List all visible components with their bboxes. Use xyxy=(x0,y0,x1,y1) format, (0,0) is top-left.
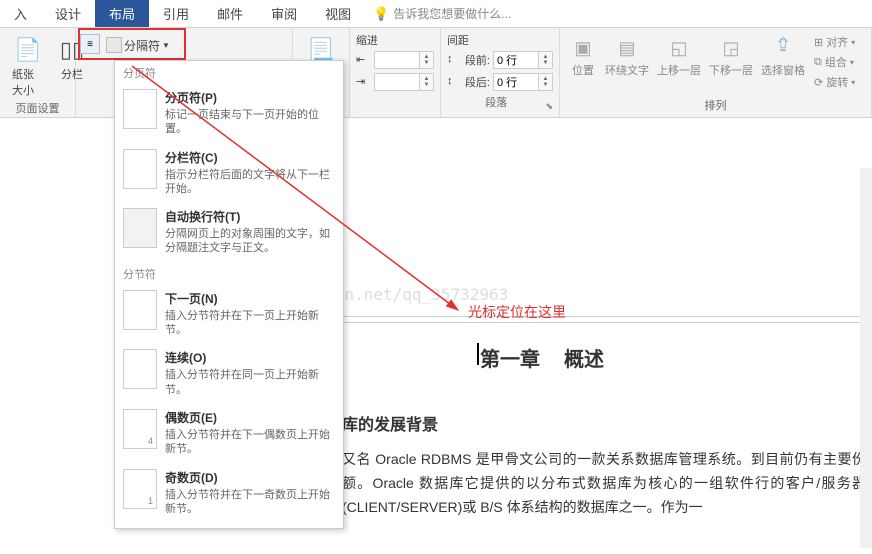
vertical-scrollbar[interactable] xyxy=(860,168,872,548)
align-icon: ⊞ xyxy=(814,36,823,49)
indent-left-icon: ⇤ xyxy=(356,53,370,67)
column-break-icon xyxy=(123,149,157,189)
page-icon: 📄 xyxy=(12,34,44,66)
next-page-icon xyxy=(123,290,157,330)
tab-view[interactable]: 视图 xyxy=(311,0,365,27)
tab-mailings[interactable]: 邮件 xyxy=(203,0,257,27)
wrap-text-icon: ▤ xyxy=(613,34,641,62)
tab-design[interactable]: 设计 xyxy=(41,0,95,27)
space-after-icon: ↕ xyxy=(447,75,461,89)
continuous-title: 连续(O) xyxy=(165,349,335,366)
tab-layout[interactable]: 布局 xyxy=(95,0,149,27)
indent-right-icon: ⇥ xyxy=(356,75,370,89)
page-setup-group-label: 页面设置 xyxy=(8,100,67,118)
continuous-item[interactable]: 连续(O) 插入分节符并在同一页上开始新节。 xyxy=(115,343,343,403)
lightbulb-icon: 💡 xyxy=(373,6,389,22)
tab-references[interactable]: 引用 xyxy=(149,0,203,27)
selection-pane-button[interactable]: ⮸ 选择窗格 xyxy=(758,32,808,92)
space-after-input[interactable] xyxy=(493,73,539,91)
rotate-button[interactable]: ⟳旋转▾ xyxy=(814,72,855,92)
page-breaks-section: 分页符 xyxy=(115,61,343,83)
space-after-label: 段后: xyxy=(465,74,490,90)
odd-page-item[interactable]: 1 奇数页(D) 插入分节符并在下一奇数页上开始新节。 xyxy=(115,463,343,523)
group-button[interactable]: ⧉组合▾ xyxy=(814,52,855,72)
rotate-icon: ⟳ xyxy=(814,76,823,89)
send-backward-icon: ◲ xyxy=(717,34,745,62)
paragraph-dialog-launcher[interactable]: ⬊ xyxy=(545,101,553,112)
even-page-title: 偶数页(E) xyxy=(165,409,335,426)
even-page-icon: 4 xyxy=(123,409,157,449)
next-page-item[interactable]: 下一页(N) 插入分节符并在下一页上开始新节。 xyxy=(115,284,343,344)
tab-insert[interactable]: 入 xyxy=(0,0,41,27)
page-break-title: 分页符(P) xyxy=(165,89,335,106)
spacing-section-label: 间距 xyxy=(447,32,553,48)
text-wrap-title: 自动换行符(T) xyxy=(165,208,335,225)
page-break-icon xyxy=(123,89,157,129)
paragraph-group-label: 段落 xyxy=(485,94,507,112)
column-break-title: 分栏符(C) xyxy=(165,149,335,166)
align-button[interactable]: ⊞对齐▾ xyxy=(814,32,855,52)
tab-review[interactable]: 审阅 xyxy=(257,0,311,27)
chapter-heading: 第一章概述 xyxy=(480,343,604,377)
selection-pane-icon: ⮸ xyxy=(769,34,797,62)
indent-left-input[interactable] xyxy=(374,51,420,69)
position-icon: ▣ xyxy=(569,34,597,62)
continuous-icon xyxy=(123,349,157,389)
section-heading: 库的发展背景 xyxy=(342,412,438,439)
page-break-desc: 标记一页结束与下一页开始的位置。 xyxy=(165,108,335,137)
space-before-icon: ↕ xyxy=(447,53,461,67)
line-numbers-icon[interactable]: ≡ xyxy=(80,34,100,54)
tell-me-text: 告诉我您想要做什么... xyxy=(393,5,511,22)
next-page-title: 下一页(N) xyxy=(165,290,335,307)
indent-right-input[interactable] xyxy=(374,73,420,91)
dropdown-arrow-icon: ▼ xyxy=(162,41,170,50)
paper-size-label: 纸张大小 xyxy=(12,66,44,98)
odd-page-desc: 插入分节符并在下一奇数页上开始新节。 xyxy=(165,488,335,517)
text-wrap-break-item[interactable]: 自动换行符(T) 分隔网页上的对象周围的文字，如分隔题注文字与正文。 xyxy=(115,202,343,262)
selection-pane-label: 选择窗格 xyxy=(761,62,805,78)
odd-page-icon: 1 xyxy=(123,469,157,509)
even-page-desc: 插入分节符并在下一偶数页上开始新节。 xyxy=(165,428,335,457)
wrap-text-label: 环绕文字 xyxy=(605,62,649,78)
wrap-text-button[interactable]: ▤ 环绕文字 xyxy=(602,32,652,92)
tell-me-search[interactable]: 💡 告诉我您想要做什么... xyxy=(365,0,511,27)
space-before-input[interactable] xyxy=(493,51,539,69)
document-body[interactable]: 第一章概述 库的发展背景 又名 Oracle RDBMS 是甲骨文公司的一款关系… xyxy=(344,118,866,554)
breaks-label: 分隔符 xyxy=(124,37,160,54)
indent-right-spinner[interactable]: ▲▼ xyxy=(420,73,434,91)
arrange-group-label: 排列 xyxy=(566,97,865,115)
section-breaks-section: 分节符 xyxy=(115,262,343,284)
bring-forward-icon: ◱ xyxy=(665,34,693,62)
cursor-annotation: 光标定位在这里 xyxy=(468,302,566,322)
breaks-dropdown-menu: 分页符 分页符(P) 标记一页结束与下一页开始的位置。 分栏符(C) 指示分栏符… xyxy=(114,60,344,529)
indent-section-label: 缩进 xyxy=(356,32,434,48)
column-break-desc: 指示分栏符后面的文字将从下一栏开始。 xyxy=(165,168,335,197)
position-button[interactable]: ▣ 位置 xyxy=(566,32,600,92)
paper-size-button[interactable]: 📄 纸张大小 xyxy=(8,32,48,100)
space-before-spinner[interactable]: ▲▼ xyxy=(539,51,553,69)
continuous-desc: 插入分节符并在同一页上开始新节。 xyxy=(165,368,335,397)
space-after-spinner[interactable]: ▲▼ xyxy=(539,73,553,91)
even-page-item[interactable]: 4 偶数页(E) 插入分节符并在下一偶数页上开始新节。 xyxy=(115,403,343,463)
space-before-label: 段前: xyxy=(465,52,490,68)
breaks-icon xyxy=(106,37,122,53)
text-cursor xyxy=(477,343,479,365)
bring-forward-label: 上移一层 xyxy=(657,62,701,78)
column-break-item[interactable]: 分栏符(C) 指示分栏符后面的文字将从下一栏开始。 xyxy=(115,143,343,203)
text-wrap-break-icon xyxy=(123,208,157,248)
page-break-item[interactable]: 分页符(P) 标记一页结束与下一页开始的位置。 xyxy=(115,83,343,143)
send-backward-label: 下移一层 xyxy=(709,62,753,78)
send-backward-button[interactable]: ◲ 下移一层 xyxy=(706,32,756,92)
bring-forward-button[interactable]: ◱ 上移一层 xyxy=(654,32,704,92)
text-wrap-desc: 分隔网页上的对象周围的文字，如分隔题注文字与正文。 xyxy=(165,227,335,256)
odd-page-title: 奇数页(D) xyxy=(165,469,335,486)
breaks-button[interactable]: 分隔符 ▼ xyxy=(102,34,174,56)
position-label: 位置 xyxy=(572,62,594,78)
body-paragraph: 又名 Oracle RDBMS 是甲骨文公司的一款关系数据库管理系统。到目前仍有… xyxy=(342,448,866,519)
group-icon: ⧉ xyxy=(814,56,822,69)
next-page-desc: 插入分节符并在下一页上开始新节。 xyxy=(165,309,335,338)
indent-left-spinner[interactable]: ▲▼ xyxy=(420,51,434,69)
